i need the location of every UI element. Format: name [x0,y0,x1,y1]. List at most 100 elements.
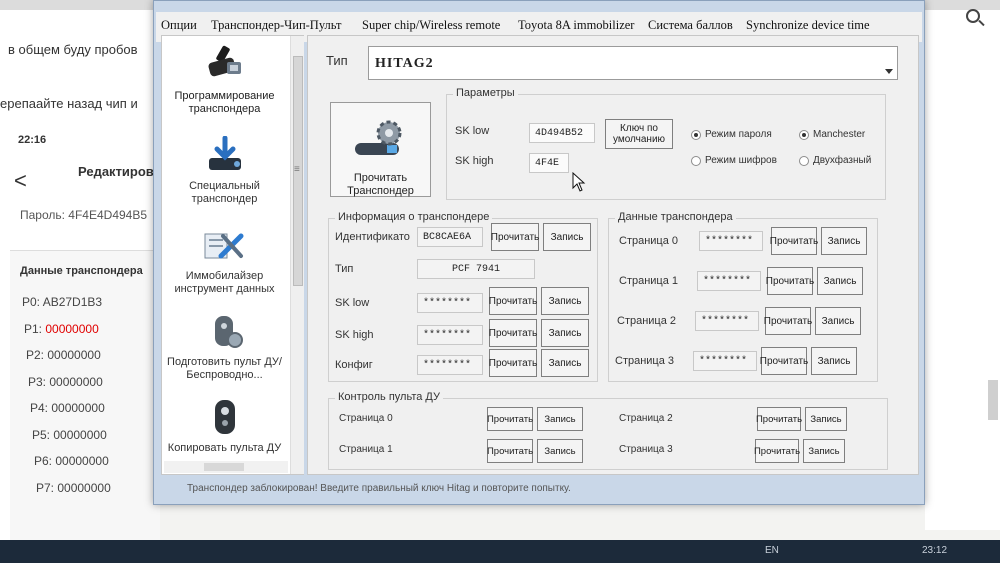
taskbar: EN 23:12 [0,540,1000,563]
remote-page-3-write-button[interactable]: Запись [803,439,845,463]
data-page-3-label: Страница 3 [615,355,675,367]
remote-page-1-write-button[interactable]: Запись [537,439,583,463]
chip-type-value[interactable]: PCF 7941 [417,259,535,279]
data-page-2-write-button[interactable]: Запись [815,307,861,335]
sidebar-horizontal-scrollbar[interactable] [164,461,288,473]
transponder-type-select[interactable]: HITAG2 [368,46,898,80]
radio-biphase[interactable]: Двухфазный [799,155,871,166]
bg-page-value: AB27D1B3 [42,295,103,309]
bg-message-line-1: в общем буду пробов [8,42,138,57]
data-page-3-value[interactable]: ******** [693,351,757,371]
sidebar-item-special-transponder[interactable]: Специальный транспондер [162,136,287,206]
bg-edit-title: Редактиров [78,164,154,179]
bg-page-row: P0: AB27D1B3 [22,295,102,309]
data-page-3-write-button[interactable]: Запись [811,347,857,375]
remote-page-3-label: Страница 3 [619,444,673,455]
chip-type-label: Тип [335,263,354,275]
sk-high-write-button[interactable]: Запись [541,319,589,347]
sidebar-hscroll-thumb[interactable] [204,463,244,471]
bg-password-line: Пароль: 4F4E4D494B5 [20,208,148,222]
bg-time: 22:16 [18,134,47,146]
data-page-0-value[interactable]: ******** [699,231,763,251]
config-read-button[interactable]: Прочитать [489,349,537,377]
menu-options[interactable]: Опции [161,18,197,33]
data-page-2-value[interactable]: ******** [695,311,759,331]
sk-low-write-button[interactable]: Запись [541,287,589,315]
sk-high-label: SK high [455,155,494,167]
language-indicator[interactable]: EN [765,545,779,556]
bg-page-row: P6: 00000000 [34,454,109,468]
sk-high-input[interactable]: 4F4E [529,153,569,173]
radio-password-mode[interactable]: Режим пароля [691,129,772,140]
page-scrollbar[interactable] [988,380,998,420]
tools-icon [204,233,243,259]
bg-page-value: 00000000 [45,321,99,336]
identifier-label: Идентификато [335,231,410,243]
sk-high-read-button[interactable]: Прочитать [489,319,537,347]
bg-page-label: P4: [30,401,49,415]
sidebar-item-immobilizer-data-tool[interactable]: Иммобилайзер инструмент данных [162,226,287,296]
radio-manchester[interactable]: Manchester [799,129,865,140]
data-page-1-label: Страница 1 [619,275,679,287]
remote-page-2-label: Страница 2 [619,413,673,424]
identifier-value[interactable]: BC8CAE6A [417,227,483,247]
data-page-1-write-button[interactable]: Запись [817,267,863,295]
info-sk-high-label: SK high [335,329,374,341]
data-page-1-read-button[interactable]: Прочитать [766,267,814,295]
bg-page-value: 00000000 [49,374,103,389]
bg-panel-title: Данные транспондера [20,265,143,277]
bg-page-value: 00000000 [47,348,101,362]
app-window: Опции Транспондер-Чип-Пульт Super chip/W… [153,0,925,505]
remote-page-3-read-button[interactable]: Прочитать [754,439,800,463]
data-page-0-write-button[interactable]: Запись [821,227,867,255]
remote-page-0-write-button[interactable]: Запись [537,407,583,431]
search-icon[interactable] [966,9,980,23]
sidebar-item-transponder-programming[interactable]: Программирование транспондера [162,44,287,116]
identifier-read-button[interactable]: Прочитать [491,223,539,251]
back-arrow-icon[interactable]: < [14,168,27,194]
remote-page-2-read-button[interactable]: Прочитать [756,407,802,431]
download-chip-icon [208,136,241,170]
remote-page-2-write-button[interactable]: Запись [805,407,847,431]
menu-synchronize-time[interactable]: Synchronize device time [746,18,870,33]
data-page-2-label: Страница 2 [617,315,677,327]
remote-gear-icon [214,316,243,348]
radio-cipher-mode[interactable]: Режим шифров [691,155,777,166]
menu-toyota-8a[interactable]: Toyota 8A immobilizer [518,18,634,33]
remote-page-0-label: Страница 0 [339,413,393,424]
sidebar-scrollbar[interactable]: ≡ [290,36,304,474]
remote-page-1-read-button[interactable]: Прочитать [487,439,533,463]
default-key-button[interactable]: Ключ по умолчанию [605,119,673,149]
bg-page-value: 00000000 [51,401,105,415]
radio-biphase-label: Двухфазный [813,155,872,166]
remote-page-1-label: Страница 1 [339,444,393,455]
info-sk-low-label: SK low [335,297,370,309]
sidebar-item-copy-remote[interactable]: Копировать пульта ДУ [162,398,287,455]
read-transponder-button[interactable]: Прочитать Транспондер [330,102,431,197]
sidebar-grip: ≡ [294,164,300,175]
data-page-3-read-button[interactable]: Прочитать [760,347,808,375]
data-page-0-read-button[interactable]: Прочитать [770,227,818,255]
data-page-0-label: Страница 0 [619,235,679,247]
data-page-2-read-button[interactable]: Прочитать [764,307,812,335]
sidebar-item-prepare-remote[interactable]: Подготовить пульт ДУ/Беспроводно... [162,312,287,382]
sidebar: Программирование транспондера Специальны… [161,35,304,475]
sk-low-read-button[interactable]: Прочитать [489,287,537,315]
config-value[interactable]: ******** [417,355,483,375]
config-write-button[interactable]: Запись [541,349,589,377]
info-sk-high-value[interactable]: ******** [417,325,483,345]
bg-page-row: P3: 00000000 [28,375,103,389]
menu-super-chip[interactable]: Super chip/Wireless remote [362,18,500,33]
menu-points-system[interactable]: Система баллов [648,18,733,33]
parameters-title: Параметры [453,87,518,99]
info-sk-low-value[interactable]: ******** [417,293,483,313]
main-panel: Тип HITAG2 Прочитать Транспондер Парамет… [307,35,919,475]
menu-transponder-chip-remote[interactable]: Транспондер-Чип-Пульт [211,18,341,33]
data-page-1-value[interactable]: ******** [697,271,761,291]
remote-page-0-read-button[interactable]: Прочитать [487,407,533,431]
identifier-write-button[interactable]: Запись [543,223,591,251]
bg-page-row: P1: 00000000 [24,322,99,336]
transponder-data-group: Данные транспондера Страница 0 ******** … [608,211,878,382]
bg-page-value: 00000000 [57,480,111,495]
sk-low-input[interactable]: 4D494B52 [529,123,595,143]
